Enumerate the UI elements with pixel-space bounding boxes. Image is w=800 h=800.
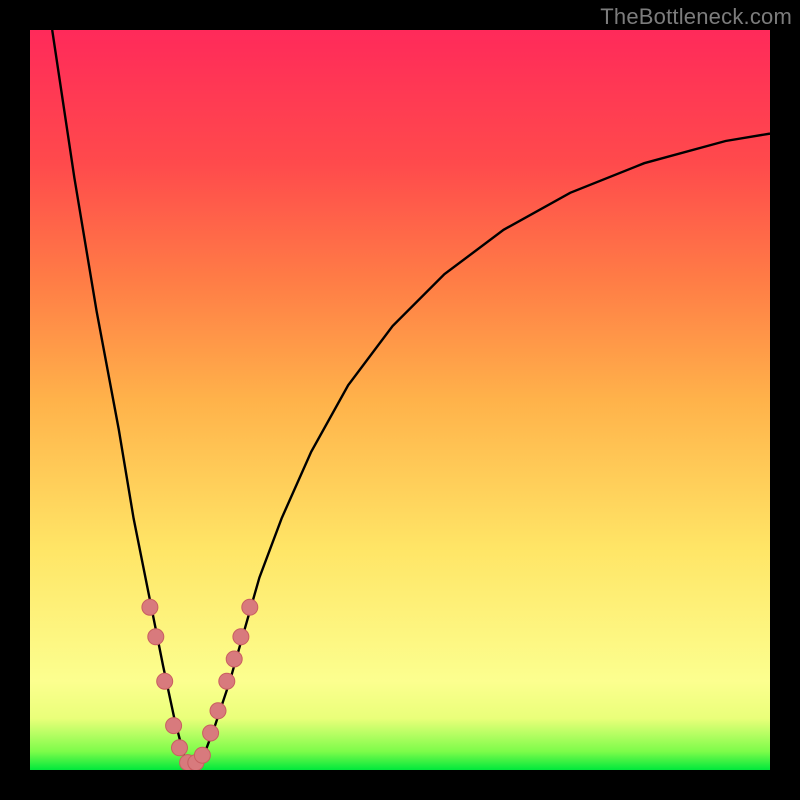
curve-marker [210, 703, 226, 719]
curve-marker [142, 599, 158, 615]
bottleneck-curve [52, 30, 770, 766]
curve-marker [172, 740, 188, 756]
watermark-text: TheBottleneck.com [600, 4, 792, 30]
curve-marker [219, 673, 235, 689]
curve-marker [194, 747, 210, 763]
chart-frame: TheBottleneck.com [0, 0, 800, 800]
curve-marker [242, 599, 258, 615]
curve-marker [226, 651, 242, 667]
chart-svg [30, 30, 770, 770]
curve-marker [166, 718, 182, 734]
curve-markers [142, 599, 258, 770]
plot-area [30, 30, 770, 770]
curve-marker [157, 673, 173, 689]
curve-marker [233, 629, 249, 645]
curve-marker [203, 725, 219, 741]
curve-marker [148, 629, 164, 645]
